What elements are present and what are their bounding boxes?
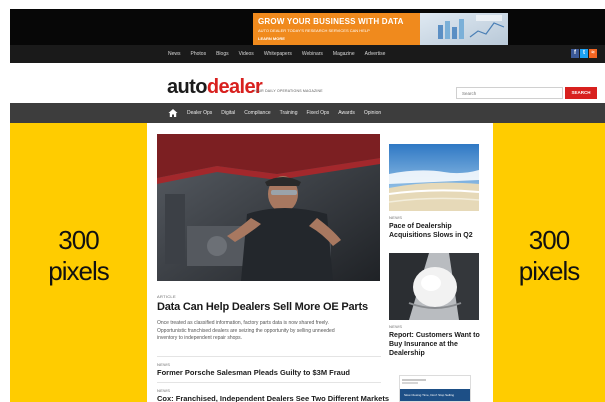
left-slot-label: 300 pixels [10,225,147,287]
right-slot-label: 300 pixels [493,225,605,287]
divider [157,356,381,357]
side-article-image[interactable] [389,144,479,211]
side-article-kicker: NEWS [389,215,403,220]
util-link-photos[interactable]: Photos [191,51,207,57]
side-article-title[interactable]: Pace of Dealership Acquisitions Slows in… [389,222,489,240]
feature-kicker: ARTICLE [157,294,176,299]
content-column: ARTICLE Data Can Help Dealers Sell More … [147,123,493,402]
logo-bar: autodealer YOUR DAILY OPERATIONS MAGAZIN… [10,63,605,103]
site-logo[interactable]: autodealer [167,76,263,98]
feature-excerpt-line: Opportunistic franchised dealers are sei… [157,327,335,334]
facebook-icon[interactable]: f [571,49,579,58]
top-ad-band: GROW YOUR BUSINESS WITH DATA AUTO DEALER… [10,9,605,45]
list-item-title[interactable]: Cox: Franchised, Independent Dealers See… [157,394,389,402]
logo-dealer-text: dealer [206,76,263,98]
utility-links: News Photos Blogs Videos Whitepapers Web… [168,45,395,63]
logo-auto-text: auto [167,76,207,98]
left-slot-size: 300 [58,225,99,255]
util-link-news[interactable]: News [168,51,181,57]
promo-text: Slow Closing Time, Don't Stop Selling [404,393,455,397]
main-nav: Dealer Ops Digital Compliance Training F… [10,103,605,123]
list-item-kicker: NEWS [157,388,171,393]
side-article-title-line: Report: Customers Want to [389,332,480,339]
feature-excerpt-line: Once treated as classified information, … [157,320,329,326]
feature-title[interactable]: Data Can Help Dealers Sell More OE Parts [157,301,387,313]
util-link-blogs[interactable]: Blogs [216,51,229,57]
divider [157,382,381,383]
nav-compliance[interactable]: Compliance [244,110,270,116]
side-article-title-line: Acquisitions Slows in Q2 [389,232,473,239]
right-slot-unit: pixels [518,256,580,286]
side-article-title-line: Buy Insurance at the [389,341,458,348]
twitter-icon[interactable]: t [580,49,588,58]
right-slot-size: 300 [528,225,570,255]
side-article-title-line: Dealership [389,350,425,357]
nav-awards[interactable]: Awards [338,110,355,116]
nav-fixed-ops[interactable]: Fixed Ops [307,110,330,116]
left-ad-slot: 300 pixels [10,123,147,402]
promo-header [400,376,470,385]
rss-icon[interactable]: ≈ [589,49,597,58]
util-link-whitepapers[interactable]: Whitepapers [264,51,292,57]
page-frame: GROW YOUR BUSINESS WITH DATA AUTO DEALER… [10,9,605,402]
left-slot-unit: pixels [48,256,109,286]
side-article-title[interactable]: Report: Customers Want to Buy Insurance … [389,331,489,358]
side-article-title-line: Pace of Dealership [389,223,452,230]
side-article-kicker: NEWS [389,324,403,329]
util-link-webinars[interactable]: Webinars [302,51,323,57]
nav-training[interactable]: Training [280,110,298,116]
search-button[interactable]: SEARCH [565,87,597,99]
util-link-advertise[interactable]: Advertise [365,51,386,57]
list-item-kicker: NEWS [157,362,171,367]
search-input[interactable] [456,87,563,99]
home-icon[interactable] [168,108,178,118]
nav-dealer-ops[interactable]: Dealer Ops [187,110,212,116]
feature-excerpt-line: inventory to independent repair shops. [157,335,243,341]
ad-chart-image [420,13,508,45]
ad-subtitle: AUTO DEALER TODAY'S RESEARCH SERVICES CA… [258,28,370,33]
list-item-title[interactable]: Former Porsche Salesman Pleads Guilty to… [157,368,350,377]
utility-nav-bar: News Photos Blogs Videos Whitepapers Web… [10,45,605,63]
nav-digital[interactable]: Digital [221,110,235,116]
nav-opinion[interactable]: Opinion [364,110,381,116]
social-icons: f t ≈ [570,49,597,58]
feature-image[interactable] [157,134,380,281]
ad-title: GROW YOUR BUSINESS WITH DATA [258,17,404,26]
right-ad-slot: 300 pixels [493,123,605,402]
feature-excerpt: Once treated as classified information, … [157,320,381,343]
side-article-image[interactable] [389,253,479,320]
promo-ad[interactable]: Slow Closing Time, Don't Stop Selling [399,375,471,402]
util-link-magazine[interactable]: Magazine [333,51,355,57]
top-ad-banner[interactable]: GROW YOUR BUSINESS WITH DATA AUTO DEALER… [253,13,508,45]
ad-cta[interactable]: LEARN MORE [258,36,285,41]
logo-tagline: YOUR DAILY OPERATIONS MAGAZINE [253,89,323,93]
main-nav-items: Dealer Ops Digital Compliance Training F… [168,103,390,123]
util-link-videos[interactable]: Videos [239,51,254,57]
